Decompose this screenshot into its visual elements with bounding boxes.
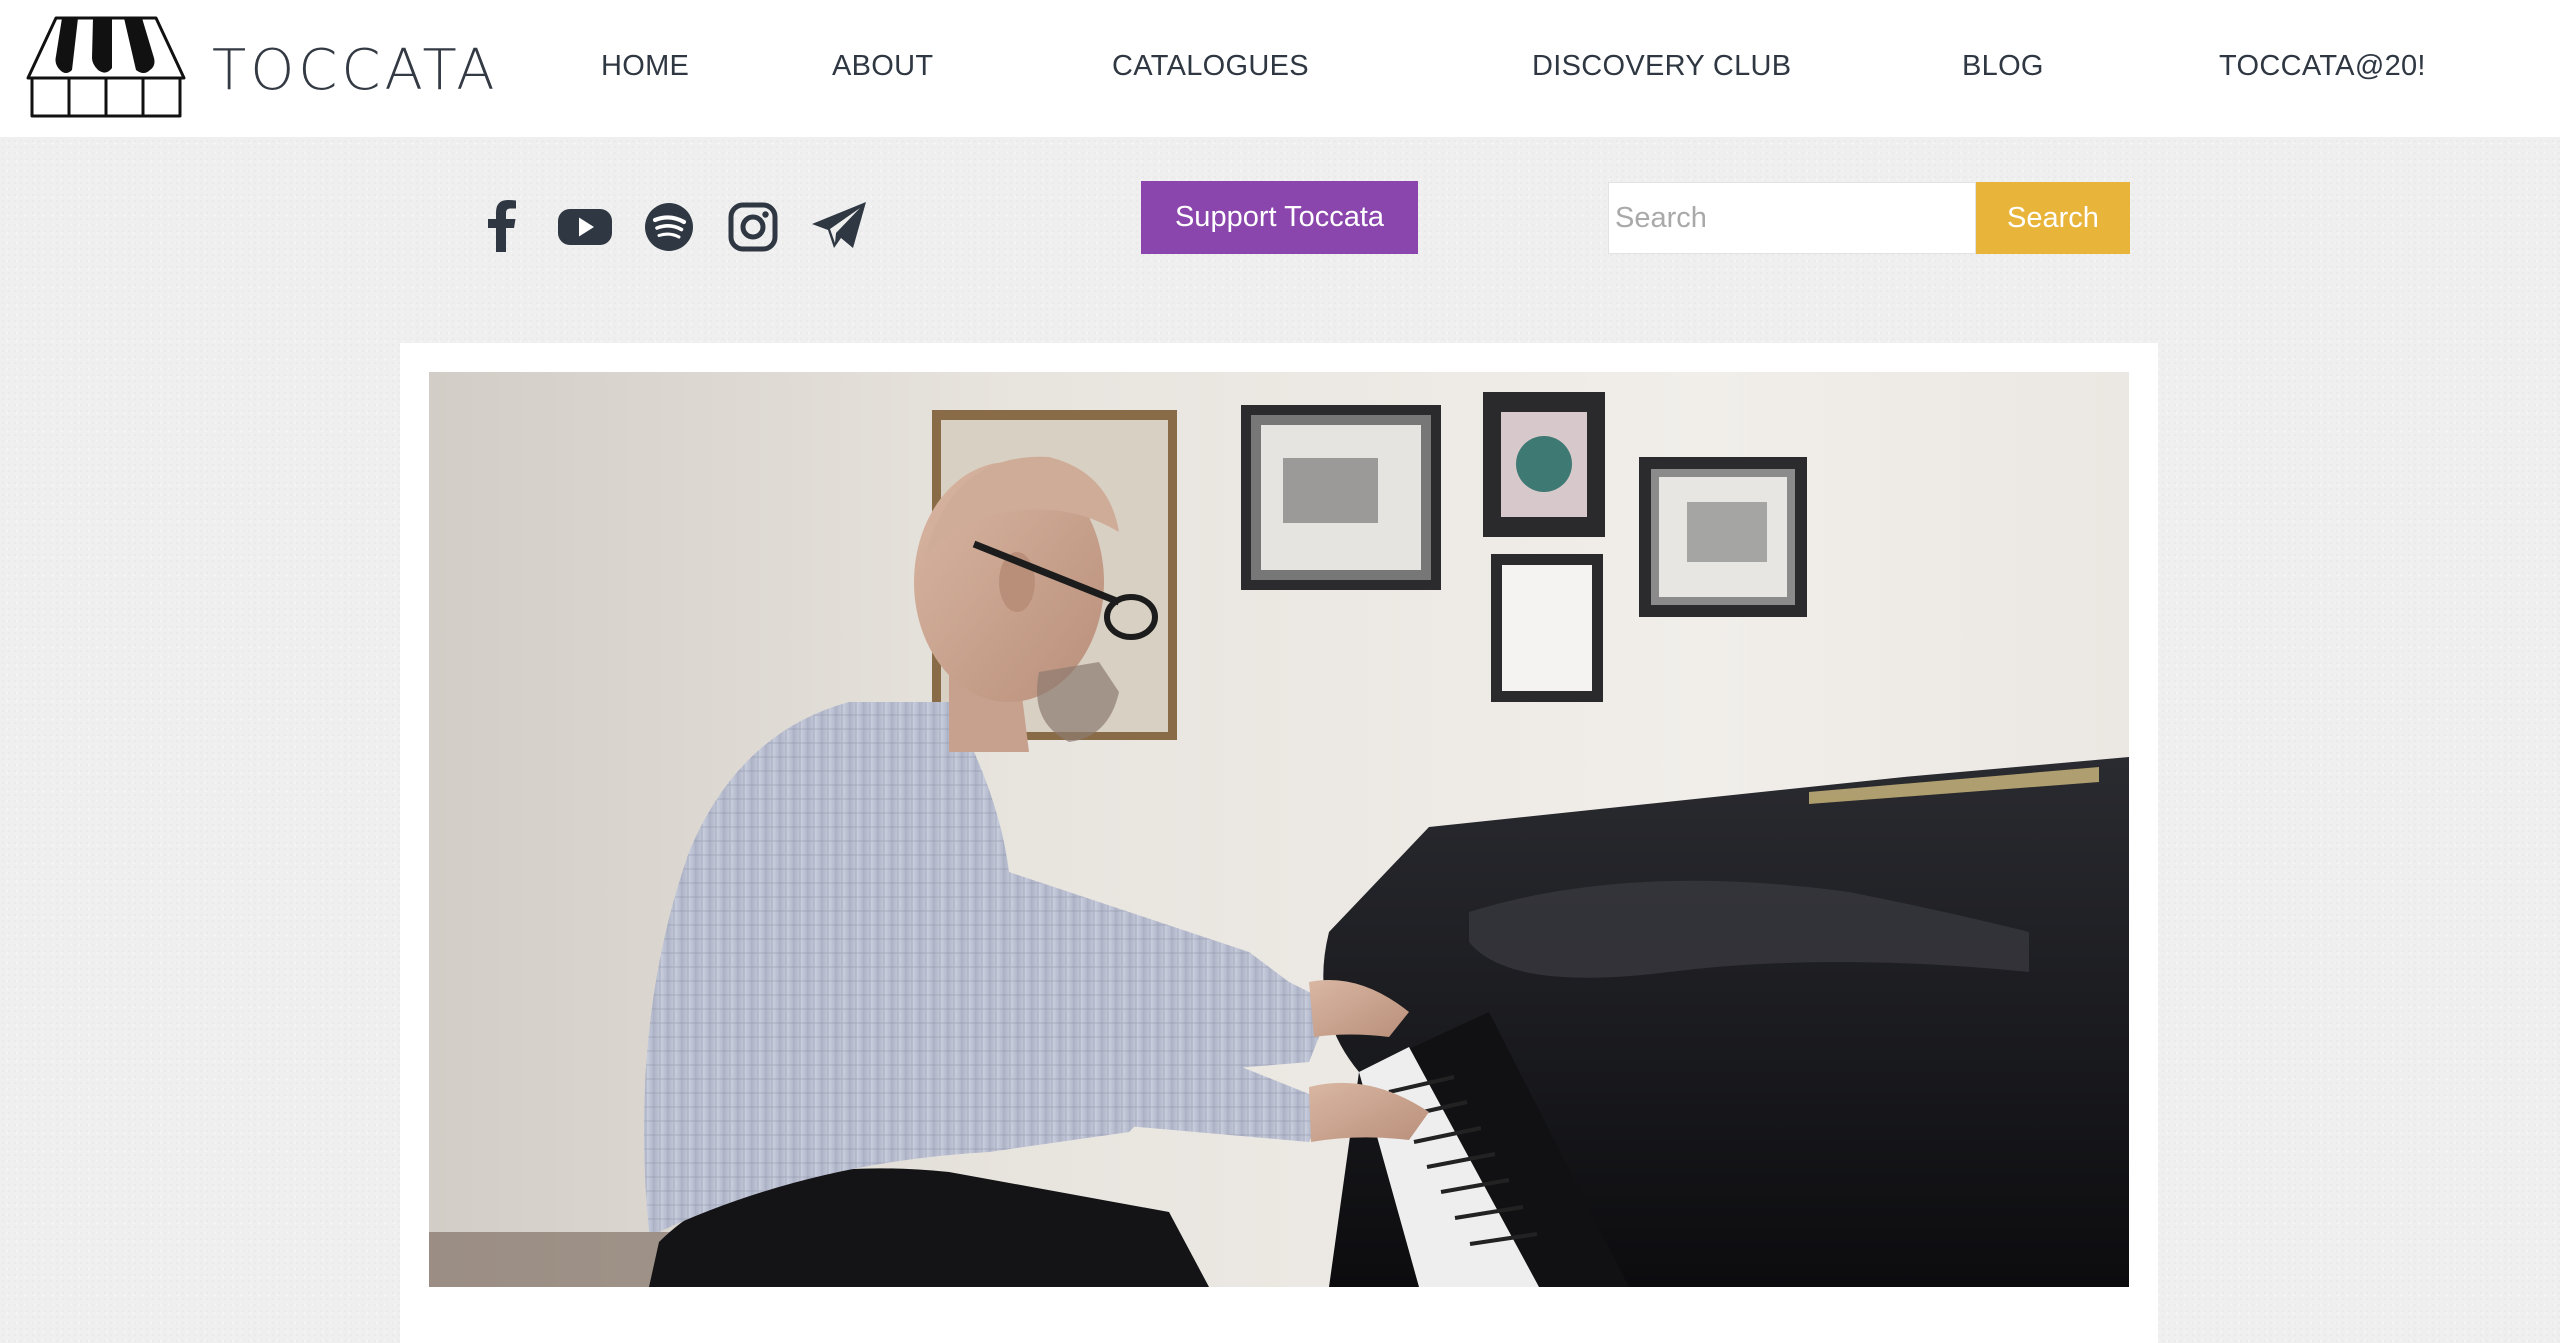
brand-name: TOCCATA (212, 38, 499, 103)
nav-blog[interactable]: BLOG (1962, 50, 2044, 83)
piano-keys-logo-icon (26, 16, 186, 118)
nav-toccata-20[interactable]: TOCCATA@20! (2219, 50, 2426, 83)
nav-discovery-club[interactable]: DISCOVERY CLUB (1532, 50, 1791, 83)
youtube-icon[interactable] (556, 196, 614, 256)
nav-catalogues[interactable]: CATALOGUES (1112, 50, 1309, 83)
instagram-icon[interactable] (724, 196, 782, 256)
featured-video[interactable] (429, 372, 2129, 1287)
telegram-icon[interactable] (808, 196, 870, 256)
facebook-icon[interactable] (473, 196, 529, 256)
pianist-video-frame (429, 372, 2129, 1287)
search-input[interactable] (1608, 182, 1976, 254)
search-button[interactable]: Search (1976, 182, 2130, 254)
site-logo[interactable]: TOCCATA (26, 12, 495, 120)
spotify-icon[interactable] (640, 196, 698, 256)
nav-home[interactable]: HOME (601, 50, 689, 83)
support-toccata-button[interactable]: Support Toccata (1141, 181, 1418, 254)
site-header: TOCCATA HOME ABOUT CATALOGUES DISCOVERY … (0, 0, 2560, 137)
nav-about[interactable]: ABOUT (832, 50, 933, 83)
